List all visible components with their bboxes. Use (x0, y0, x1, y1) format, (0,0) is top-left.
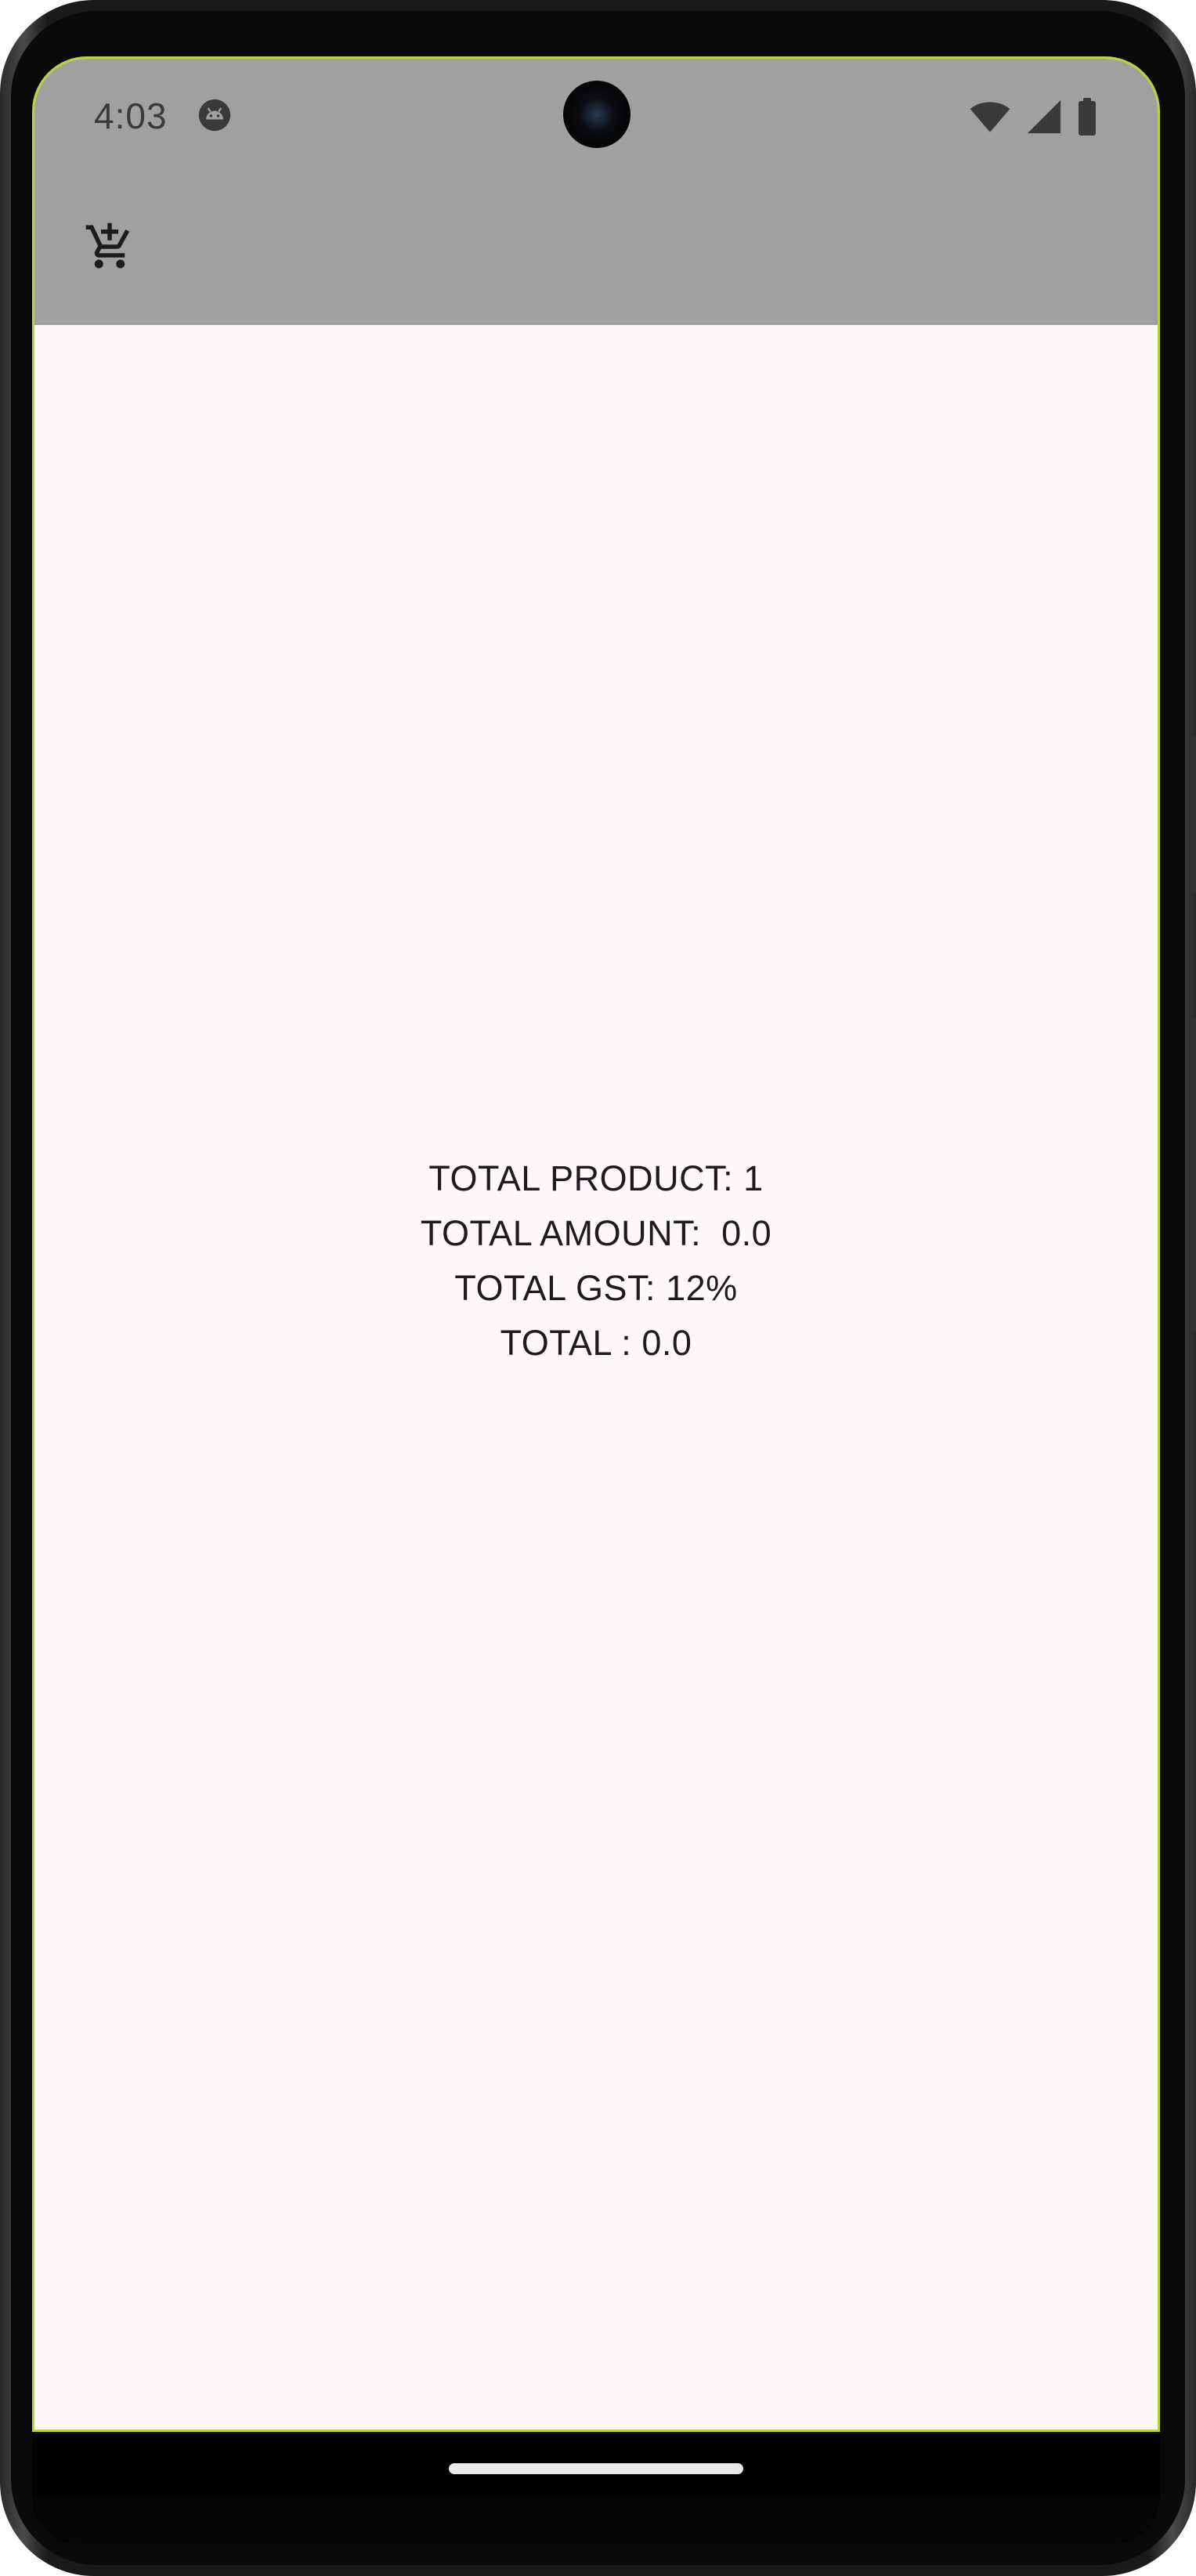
cellular-signal-icon (1027, 99, 1061, 134)
front-camera (563, 81, 631, 148)
app-screen: 4:03 TOTAL PRODUCT: 1 TOTAL AMOUNT: 0.0 … (32, 56, 1160, 2432)
wifi-icon (970, 102, 1010, 132)
android-app-icon (198, 99, 231, 132)
total-amount-label: TOTAL AMOUNT: 0.0 (420, 1213, 772, 1253)
add-shopping-cart-icon (85, 222, 130, 269)
total-product-label: TOTAL PRODUCT: 1 (428, 1158, 764, 1198)
total-gst-label: TOTAL GST: 12% (454, 1268, 738, 1308)
power-button (1190, 736, 1196, 893)
navigation-bar (32, 2434, 1160, 2497)
app-bar: 4:03 (34, 59, 1158, 325)
home-gesture-handle[interactable] (449, 2463, 743, 2474)
battery-icon (1079, 98, 1096, 135)
volume-button (1190, 1018, 1196, 1331)
order-summary: TOTAL PRODUCT: 1 TOTAL AMOUNT: 0.0 TOTAL… (34, 1151, 1158, 1371)
phone-chin (32, 2497, 1160, 2544)
status-icons (968, 98, 1098, 135)
add-to-cart-button[interactable] (78, 215, 141, 278)
grand-total-label: TOTAL : 0.0 (500, 1323, 692, 1363)
status-time: 4:03 (94, 96, 168, 136)
